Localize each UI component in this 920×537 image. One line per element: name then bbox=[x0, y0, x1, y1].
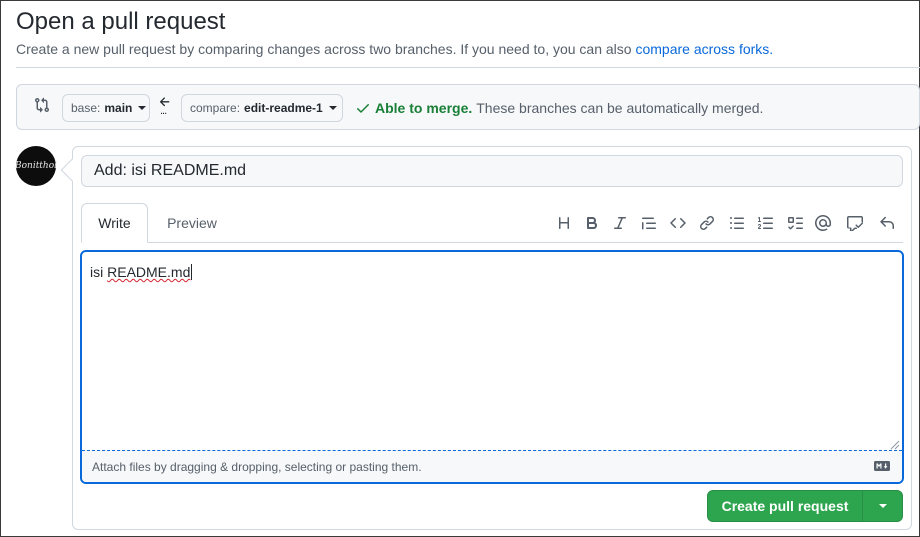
quote-icon[interactable] bbox=[637, 211, 661, 235]
compare-branch-name: edit-readme-1 bbox=[244, 101, 323, 115]
create-pull-request-button-group: Create pull request bbox=[707, 490, 903, 522]
text-cursor bbox=[191, 264, 193, 280]
attach-files-bar[interactable]: Attach files by dragging & dropping, sel… bbox=[82, 450, 902, 482]
body-prefix: isi bbox=[90, 264, 108, 280]
heading-icon[interactable] bbox=[552, 211, 576, 235]
italic-icon[interactable] bbox=[608, 211, 632, 235]
attach-files-hint: Attach files by dragging & dropping, sel… bbox=[92, 459, 422, 474]
task-list-icon[interactable] bbox=[783, 211, 807, 235]
base-prefix: base: bbox=[71, 101, 101, 115]
avatar[interactable]: Bonitthol bbox=[14, 146, 58, 186]
base-branch-select[interactable]: base: main bbox=[62, 94, 150, 122]
pr-body-text[interactable]: isi README.md bbox=[90, 264, 193, 280]
resize-handle-icon[interactable] bbox=[890, 440, 900, 450]
merge-status-detail: These branches can be automatically merg… bbox=[476, 100, 764, 116]
caret-down-icon bbox=[328, 106, 337, 110]
unordered-list-icon[interactable] bbox=[725, 211, 749, 235]
page-subtitle: Create a new pull request by comparing c… bbox=[16, 41, 773, 57]
ordered-list-icon[interactable] bbox=[754, 211, 778, 235]
compare-branch-select[interactable]: compare: edit-readme-1 bbox=[181, 94, 343, 122]
undo-icon[interactable] bbox=[875, 211, 899, 235]
subtitle-text: Create a new pull request by comparing c… bbox=[16, 41, 632, 57]
code-icon[interactable] bbox=[666, 211, 690, 235]
bold-icon[interactable] bbox=[580, 211, 604, 235]
link-icon[interactable] bbox=[695, 211, 719, 235]
arrow-dots: ... bbox=[160, 105, 167, 117]
tab-write[interactable]: Write bbox=[81, 203, 148, 243]
pr-body-editor[interactable]: isi README.md Attach files by dragging &… bbox=[80, 250, 904, 484]
page-title: Open a pull request bbox=[16, 8, 226, 35]
create-options-dropdown[interactable] bbox=[863, 491, 902, 521]
merge-status-label: Able to merge. bbox=[375, 100, 473, 116]
avatar-signature: Bonitthol bbox=[14, 161, 58, 171]
mention-icon[interactable] bbox=[811, 211, 835, 235]
compare-across-forks-link[interactable]: compare across forks. bbox=[635, 41, 773, 57]
caret-down-icon bbox=[138, 106, 147, 110]
create-pull-request-button[interactable]: Create pull request bbox=[708, 491, 863, 521]
pr-title-input[interactable]: Add: isi README.md bbox=[81, 155, 903, 187]
body-misspelled-word: README.md bbox=[107, 264, 191, 280]
check-icon bbox=[357, 104, 369, 113]
tab-preview[interactable]: Preview bbox=[156, 203, 228, 243]
branch-compare-bar: base: main ... compare: edit-readme-1 Ab… bbox=[16, 84, 920, 130]
compare-prefix: compare: bbox=[190, 101, 241, 115]
markdown-icon[interactable] bbox=[874, 461, 890, 471]
caret-down-icon bbox=[878, 504, 887, 508]
git-compare-icon bbox=[35, 97, 50, 113]
header-divider bbox=[16, 67, 920, 68]
base-branch-name: main bbox=[104, 101, 133, 115]
merge-status: Able to merge. These branches can be aut… bbox=[355, 100, 763, 116]
reference-icon[interactable] bbox=[843, 211, 867, 235]
